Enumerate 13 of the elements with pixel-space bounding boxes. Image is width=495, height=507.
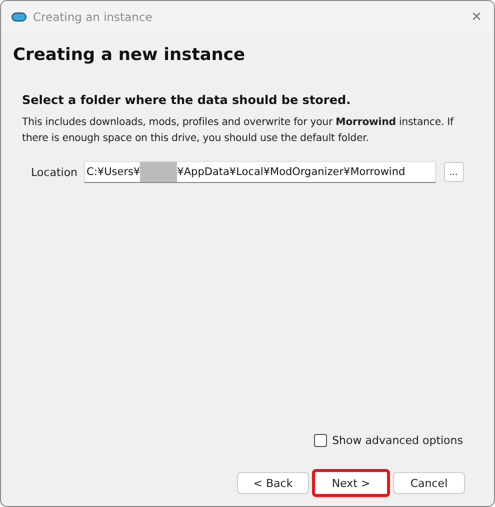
section-heading: Select a folder where the data should be stored. xyxy=(22,93,352,107)
window-title: Creating an instance xyxy=(33,10,154,24)
description: This includes downloads, mods, profiles and overwrite for your Morrowind instance. If there is enough space on this drive, you should use the default folder. xyxy=(22,116,455,146)
advanced-options-checkbox[interactable]: Show advanced options xyxy=(314,434,463,447)
page-title: Creating a new instance xyxy=(13,45,246,65)
app-icon xyxy=(11,12,27,22)
location-label: Location xyxy=(31,166,78,178)
wizard-button[interactable]: Next > xyxy=(312,469,390,497)
browse-button[interactable]: ... xyxy=(444,162,464,182)
location-field[interactable]: C:¥Users¥ ¥AppData¥Local¥ModOrganizer¥Morrowind xyxy=(84,161,436,183)
wizard-button[interactable]: < Back xyxy=(237,472,309,494)
close-button[interactable]: ✕ xyxy=(471,10,484,24)
wizard-button[interactable]: Cancel xyxy=(393,472,465,494)
